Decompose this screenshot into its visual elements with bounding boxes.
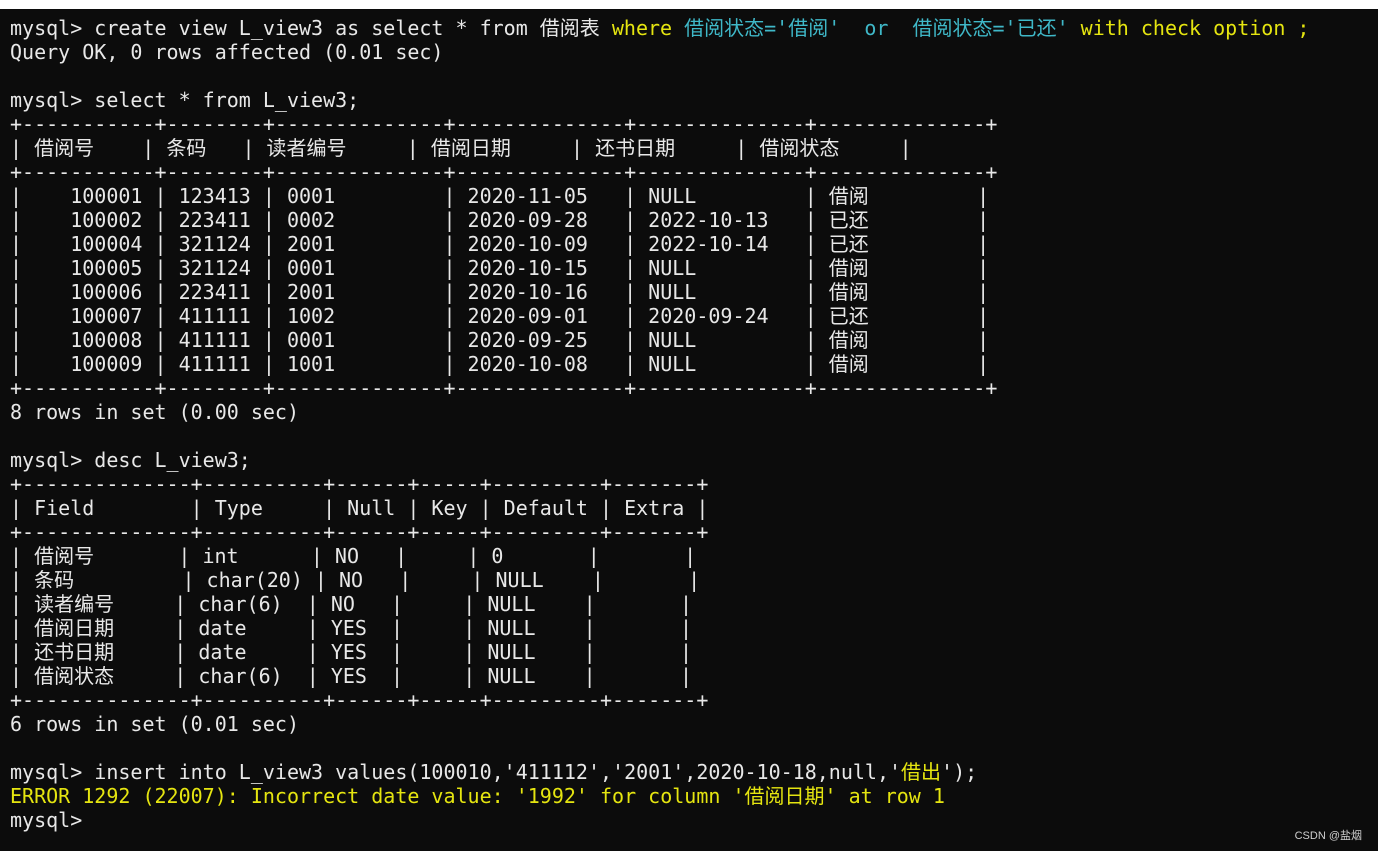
terminal-text-segment: or (864, 16, 913, 40)
terminal-text-segment: | 条码 | char(20) | NO | | NULL | | (10, 568, 701, 592)
terminal-line: | 100005 | 321124 | 0001 | 2020-10-15 | … (10, 256, 1309, 280)
terminal-text-segment: 8 rows in set (0.00 sec) (10, 400, 299, 424)
terminal-line: 8 rows in set (0.00 sec) (10, 400, 1309, 424)
terminal-line: mysql> create view L_view3 as select * f… (10, 16, 1309, 40)
terminal-text-segment: mysql> select * from L_view3; (10, 88, 360, 112)
terminal-line: mysql> (10, 808, 1309, 832)
terminal-line: mysql> select * from L_view3; (10, 88, 1309, 112)
terminal-line: | 100001 | 123413 | 0001 | 2020-11-05 | … (10, 184, 1309, 208)
terminal-line: ERROR 1292 (22007): Incorrect date value… (10, 784, 1309, 808)
terminal-line: | 100002 | 223411 | 0002 | 2020-09-28 | … (10, 208, 1309, 232)
terminal-line: | 100007 | 411111 | 1002 | 2020-09-01 | … (10, 304, 1309, 328)
terminal-text-segment: 借阅状态='借阅' (684, 16, 865, 40)
terminal-text-segment: with check option ; (1080, 16, 1310, 40)
terminal-text-segment: ERROR 1292 (22007): Incorrect date value… (10, 784, 945, 808)
terminal-line: | 100006 | 223411 | 2001 | 2020-10-16 | … (10, 280, 1309, 304)
terminal-line: | 借阅日期 | date | YES | | NULL | | (10, 616, 1309, 640)
terminal-line: +--------------+----------+------+-----+… (10, 520, 1309, 544)
terminal-line: | 借阅号 | 条码 | 读者编号 | 借阅日期 | 还书日期 | 借阅状态 | (10, 136, 1309, 160)
terminal-output: mysql> create view L_view3 as select * f… (10, 16, 1309, 832)
watermark: CSDN @盐烟 (1294, 830, 1362, 842)
terminal-text-segment: | 100002 | 223411 | 0002 | 2020-09-28 | … (10, 208, 990, 232)
terminal-text-segment: | 100005 | 321124 | 0001 | 2020-10-15 | … (10, 256, 990, 280)
terminal-text-segment: mysql> create view L_view3 as select * f… (10, 16, 612, 40)
terminal-line: | 借阅状态 | char(6) | YES | | NULL | | (10, 664, 1309, 688)
terminal-text-segment: | 读者编号 | char(6) | NO | | NULL | | (10, 592, 693, 616)
window-top-border (0, 0, 1378, 9)
terminal-text-segment: | 借阅日期 | date | YES | | NULL | | (10, 616, 693, 640)
terminal-text-segment: 6 rows in set (0.01 sec) (10, 712, 299, 736)
terminal-text-segment: | 借阅号 | int | NO | | 0 | | (10, 544, 697, 568)
terminal-text-segment: +-----------+--------+--------------+---… (10, 112, 998, 136)
terminal-text-segment: | 借阅状态 | char(6) | YES | | NULL | | (10, 664, 693, 688)
terminal-line: | 100008 | 411111 | 0001 | 2020-09-25 | … (10, 328, 1309, 352)
terminal-text-segment: | 100004 | 321124 | 2001 | 2020-10-09 | … (10, 232, 990, 256)
terminal-line: mysql> desc L_view3; (10, 448, 1309, 472)
terminal-text-segment: +-----------+--------+--------------+---… (10, 160, 998, 184)
terminal-text-segment: | Field | Type | Null | Key | Default | … (10, 496, 709, 520)
terminal-line: | 读者编号 | char(6) | NO | | NULL | | (10, 592, 1309, 616)
terminal-text-segment: '); (941, 760, 978, 784)
terminal-line: | 100004 | 321124 | 2001 | 2020-10-09 | … (10, 232, 1309, 256)
terminal-line: | 借阅号 | int | NO | | 0 | | (10, 544, 1309, 568)
terminal-line: | 还书日期 | date | YES | | NULL | | (10, 640, 1309, 664)
terminal-line: +-----------+--------+--------------+---… (10, 112, 1309, 136)
terminal-line: Query OK, 0 rows affected (0.01 sec) (10, 40, 1309, 64)
terminal-text-segment: | 100007 | 411111 | 1002 | 2020-09-01 | … (10, 304, 990, 328)
terminal-text-segment: | 借阅号 | 条码 | 读者编号 | 借阅日期 | 还书日期 | 借阅状态 | (10, 136, 912, 160)
terminal-text-segment: | 还书日期 | date | YES | | NULL | | (10, 640, 693, 664)
terminal-text-segment: where (611, 16, 685, 40)
terminal-line: | 条码 | char(20) | NO | | NULL | | (10, 568, 1309, 592)
terminal-line: +--------------+----------+------+-----+… (10, 472, 1309, 496)
terminal-text-segment: | 100006 | 223411 | 2001 | 2020-10-16 | … (10, 280, 990, 304)
terminal-line: +-----------+--------+--------------+---… (10, 160, 1309, 184)
terminal-window[interactable]: mysql> create view L_view3 as select * f… (0, 0, 1378, 851)
terminal-text-segment: +--------------+----------+------+-----+… (10, 472, 709, 496)
terminal-line: 6 rows in set (0.01 sec) (10, 712, 1309, 736)
terminal-line: +--------------+----------+------+-----+… (10, 688, 1309, 712)
terminal-text-segment: | 100001 | 123413 | 0001 | 2020-11-05 | … (10, 184, 990, 208)
terminal-text-segment: Query OK, 0 rows affected (0.01 sec) (10, 40, 444, 64)
terminal-line: +-----------+--------+--------------+---… (10, 376, 1309, 400)
terminal-text-segment: mysql> desc L_view3; (10, 448, 251, 472)
terminal-line: mysql> insert into L_view3 values(100010… (10, 760, 1309, 784)
terminal-text-segment: | 100009 | 411111 | 1001 | 2020-10-08 | … (10, 352, 990, 376)
terminal-line: | Field | Type | Null | Key | Default | … (10, 496, 1309, 520)
terminal-text-segment: | 100008 | 411111 | 0001 | 2020-09-25 | … (10, 328, 990, 352)
terminal-line: | 100009 | 411111 | 1001 | 2020-10-08 | … (10, 352, 1309, 376)
terminal-text-segment: +--------------+----------+------+-----+… (10, 520, 709, 544)
terminal-text-segment: +--------------+----------+------+-----+… (10, 688, 709, 712)
terminal-text-segment: +-----------+--------+--------------+---… (10, 376, 998, 400)
terminal-text-segment: 借阅状态='已还' (912, 16, 1081, 40)
terminal-text-segment: 借出 (901, 760, 942, 784)
terminal-text-segment: mysql> (10, 808, 95, 832)
terminal-text-segment: mysql> insert into L_view3 values(100010… (10, 760, 902, 784)
